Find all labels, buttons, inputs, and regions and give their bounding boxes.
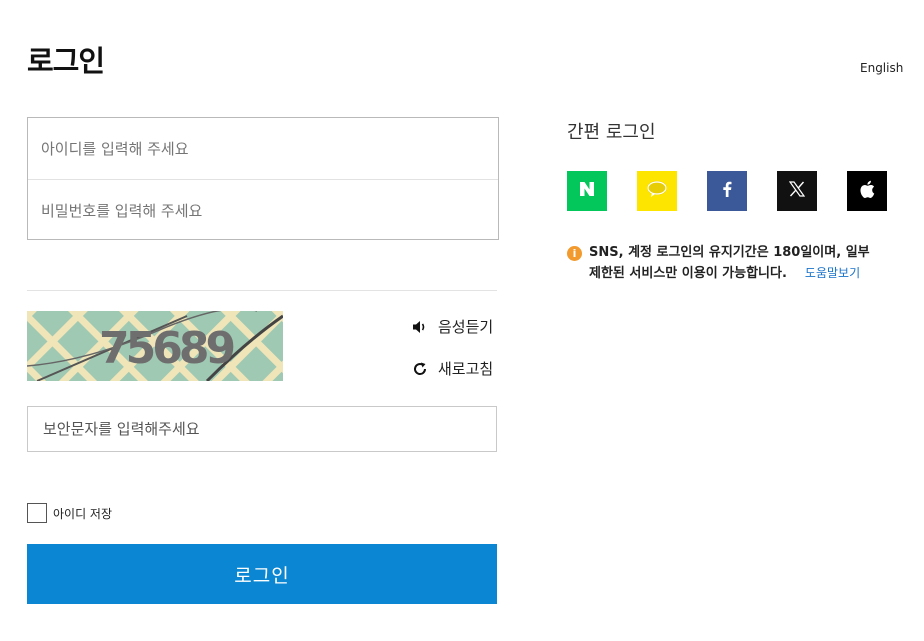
apple-icon xyxy=(859,180,875,203)
language-link-english[interactable]: English xyxy=(860,61,903,75)
facebook-icon xyxy=(722,181,732,201)
remember-id-label: 아이디 저장 xyxy=(53,506,113,521)
facebook-login-button[interactable] xyxy=(707,171,747,211)
credentials-box xyxy=(27,117,499,241)
apple-login-button[interactable] xyxy=(847,171,887,211)
naver-icon xyxy=(579,181,595,201)
remember-id-checkbox[interactable]: 아이디 저장 xyxy=(27,503,112,523)
captcha-refresh-button[interactable]: 새로고침 xyxy=(411,358,493,379)
captcha-text: 75689 xyxy=(99,323,233,374)
id-input[interactable] xyxy=(28,118,498,179)
kakao-login-button[interactable] xyxy=(637,171,677,211)
x-login-button[interactable] xyxy=(777,171,817,211)
password-input[interactable] xyxy=(28,180,498,241)
login-button[interactable]: 로그인 xyxy=(27,544,497,604)
refresh-icon xyxy=(411,360,429,378)
page-title: 로그인 xyxy=(27,44,105,78)
naver-login-button[interactable] xyxy=(567,171,607,211)
notice-line-2: 제한된 서비스만 이용이 가능합니다. 도움말보기 xyxy=(567,263,897,284)
sns-notice: i SNS, 계정 로그인의 유지기간은 180일이며, 일부 제한된 서비스만… xyxy=(567,243,897,284)
speaker-icon xyxy=(411,318,429,336)
kakao-icon xyxy=(646,180,668,202)
captcha-audio-button[interactable]: 음성듣기 xyxy=(411,316,493,337)
captcha-audio-label: 음성듣기 xyxy=(438,318,494,336)
x-icon xyxy=(788,181,806,201)
notice-line-1: SNS, 계정 로그인의 유지기간은 180일이며, 일부 xyxy=(589,245,870,260)
captcha-refresh-label: 새로고침 xyxy=(438,360,494,378)
section-divider xyxy=(27,290,497,291)
captcha-image: 75689 xyxy=(27,311,283,381)
sns-login-buttons xyxy=(567,171,887,211)
notice-line-2-text: 제한된 서비스만 이용이 가능합니다. xyxy=(589,266,787,281)
captcha-input[interactable] xyxy=(27,406,497,452)
help-link[interactable]: 도움말보기 xyxy=(805,266,860,280)
sns-login-title: 간편 로그인 xyxy=(567,122,656,143)
checkbox-box[interactable] xyxy=(27,503,47,523)
info-icon: i xyxy=(567,246,582,261)
